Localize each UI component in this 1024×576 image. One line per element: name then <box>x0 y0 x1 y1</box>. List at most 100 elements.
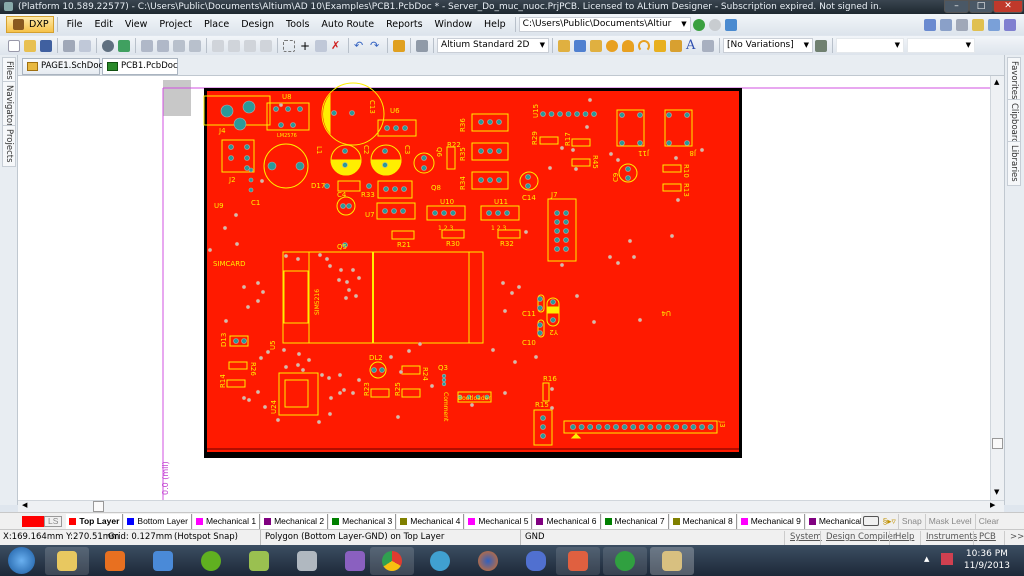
pad[interactable] <box>478 177 484 183</box>
pcb-canvas[interactable]: 0.0 (mil) J4 U8 LM2576 C13 U6 L1 C2 C3 Q… <box>18 76 990 500</box>
pad[interactable] <box>563 237 569 243</box>
diff-pair-route-icon[interactable] <box>574 39 586 52</box>
via[interactable] <box>317 252 323 258</box>
via[interactable] <box>516 284 522 290</box>
variations-combo[interactable]: [No Variations] ▼ <box>723 38 813 53</box>
sheet-icon[interactable] <box>924 18 936 31</box>
new-icon[interactable] <box>8 39 20 52</box>
pad[interactable] <box>550 299 556 305</box>
pad[interactable] <box>537 322 543 328</box>
interactive-route-icon[interactable] <box>558 39 570 52</box>
toolbar-combo-3[interactable]: ▼ <box>836 38 904 53</box>
via[interactable] <box>346 287 352 293</box>
menu-window[interactable]: Window <box>429 19 478 30</box>
layer-tab[interactable]: Mechanical 2 <box>261 513 329 529</box>
maximize-button[interactable]: □ <box>969 0 993 13</box>
pad[interactable] <box>647 424 654 430</box>
panel-tab-files[interactable]: Files <box>2 57 16 84</box>
pcb-panel-button[interactable]: PCB <box>973 531 1001 545</box>
pad[interactable] <box>563 228 569 234</box>
via[interactable] <box>300 367 306 373</box>
pad[interactable] <box>401 186 407 192</box>
menu-reports[interactable]: Reports <box>380 19 428 30</box>
via[interactable] <box>353 293 359 299</box>
taskbar-firefox[interactable] <box>466 547 510 575</box>
via[interactable] <box>398 369 404 375</box>
current-layer-swatch[interactable] <box>22 515 44 527</box>
via[interactable] <box>328 395 334 401</box>
taskbar-chrome[interactable] <box>370 547 414 575</box>
via[interactable] <box>344 279 350 285</box>
pad[interactable] <box>382 208 388 214</box>
via[interactable] <box>207 247 213 253</box>
pad[interactable] <box>421 155 427 161</box>
via[interactable] <box>241 284 247 290</box>
close-button[interactable]: ✕ <box>993 0 1023 13</box>
via[interactable] <box>502 390 508 396</box>
start-button[interactable] <box>8 547 35 574</box>
pad[interactable] <box>441 381 447 387</box>
pad[interactable] <box>570 424 576 430</box>
via[interactable] <box>234 241 240 247</box>
document-path-combo[interactable]: C:\Users\Public\Documents\Altiur ▼ <box>518 17 691 32</box>
zoom-selected-icon[interactable] <box>173 39 185 52</box>
show-hidden-icons[interactable]: ▲ <box>924 555 929 563</box>
menu-view[interactable]: View <box>119 19 154 30</box>
scroll-right-icon[interactable]: ▶ <box>990 501 995 509</box>
pad[interactable] <box>557 111 563 117</box>
via[interactable] <box>338 267 344 273</box>
pad[interactable] <box>496 148 502 154</box>
via[interactable] <box>316 419 322 425</box>
via[interactable] <box>337 390 343 396</box>
pad[interactable] <box>478 119 484 125</box>
pad[interactable] <box>220 104 234 118</box>
pad[interactable] <box>379 367 385 373</box>
print-icon[interactable] <box>63 39 75 52</box>
pcb-view[interactable]: 0.0 (mil) J4 U8 LM2576 C13 U6 L1 C2 C3 Q… <box>18 76 990 500</box>
help-panel-button[interactable]: Help <box>889 531 919 545</box>
pad[interactable] <box>297 106 303 112</box>
copy-icon[interactable] <box>228 39 240 52</box>
pad[interactable] <box>450 210 456 216</box>
pad[interactable] <box>540 424 546 430</box>
via[interactable] <box>607 254 613 260</box>
via[interactable] <box>675 197 681 203</box>
rubber-stamp-icon[interactable] <box>260 39 272 52</box>
via[interactable] <box>350 390 356 396</box>
pad[interactable] <box>554 237 560 243</box>
pad[interactable] <box>392 186 398 192</box>
pad[interactable] <box>487 119 493 125</box>
pad[interactable] <box>382 162 388 168</box>
minimize-button[interactable]: – <box>944 0 969 13</box>
via[interactable] <box>591 319 597 325</box>
highlight-icon[interactable] <box>972 18 984 31</box>
select-area-icon[interactable] <box>283 39 295 52</box>
layer-tab[interactable]: Top Layer <box>66 513 124 529</box>
pad[interactable] <box>233 117 247 131</box>
pad[interactable] <box>384 125 390 131</box>
via[interactable] <box>255 389 261 395</box>
pad[interactable] <box>638 424 645 430</box>
pad[interactable] <box>684 112 690 118</box>
pad[interactable] <box>400 208 406 214</box>
scroll-left-icon[interactable]: ◀ <box>22 501 27 509</box>
cut-icon[interactable] <box>212 39 224 52</box>
pad[interactable] <box>563 210 569 216</box>
layer-tab[interactable]: Mechanical 1 <box>192 513 261 529</box>
zoom-fit-icon[interactable] <box>141 39 153 52</box>
layer-tab[interactable]: Mechanical 6 <box>533 513 601 529</box>
via[interactable] <box>549 405 555 411</box>
pad[interactable] <box>537 330 543 336</box>
pad[interactable] <box>574 111 580 117</box>
pad[interactable] <box>666 140 672 146</box>
pad[interactable] <box>625 175 631 181</box>
pad[interactable] <box>563 219 569 225</box>
pad[interactable] <box>295 161 305 171</box>
zoom-filtered-icon[interactable] <box>189 39 201 52</box>
taskbar-app-12[interactable] <box>514 547 558 575</box>
via[interactable] <box>587 97 593 103</box>
pad[interactable] <box>391 208 397 214</box>
via[interactable] <box>283 253 289 259</box>
pad[interactable] <box>540 415 546 421</box>
pad[interactable] <box>496 119 502 125</box>
